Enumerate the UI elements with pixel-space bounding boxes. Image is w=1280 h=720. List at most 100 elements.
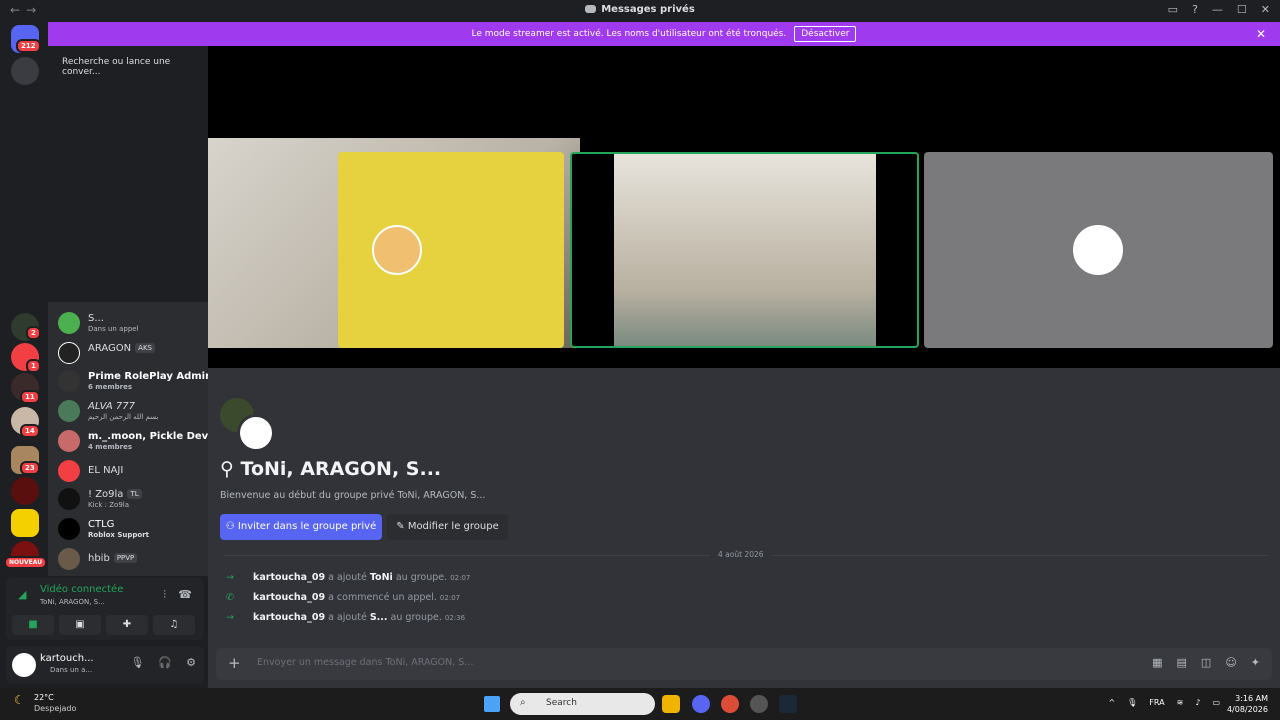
avatar[interactable] [12, 653, 36, 677]
banner-close-icon[interactable]: ✕ [1256, 27, 1266, 41]
app-icon[interactable] [750, 695, 768, 713]
gif-icon[interactable]: ▤ [1177, 656, 1187, 669]
user-status: Dans un a... [50, 666, 93, 674]
file-explorer-icon[interactable] [662, 695, 680, 713]
home-badge: 212 [16, 39, 41, 53]
voice-status[interactable]: Vidéo connectée [40, 584, 123, 595]
noise-suppression-icon[interactable]: ⫶ [163, 588, 166, 602]
avatar [58, 312, 80, 334]
start-icon[interactable] [484, 696, 500, 712]
participant-tile[interactable] [338, 152, 564, 348]
message-author[interactable]: kartoucha_09 [253, 612, 325, 623]
discord-app-icon[interactable] [692, 695, 710, 713]
pin-icon: ⚲ [220, 458, 241, 480]
message-input[interactable]: Envoyer un message dans ToNi, ARAGON, S.… [257, 657, 473, 668]
dm-search-input[interactable]: Recherche ou lance une conver... [54, 52, 206, 77]
voice-panel: ◢ Vidéo connectée ToNi, ARAGON, S... ⫶ ☎… [6, 578, 204, 640]
weather-temp[interactable]: 22°C [34, 693, 54, 702]
dm-item[interactable]: ARAGON AKS [58, 340, 208, 368]
participant-tile[interactable] [924, 152, 1273, 348]
banner-text: Le mode streamer est activé. Les noms d'… [471, 29, 787, 39]
microphone-icon[interactable]: 🎙 [1127, 698, 1137, 707]
server-icon[interactable] [11, 57, 39, 85]
inbox-icon[interactable]: ▭ [1168, 3, 1178, 16]
clan-tag: TL [127, 489, 142, 499]
group-title: ⚲ ToNi, ARAGON, S... [220, 458, 442, 480]
streamer-mode-banner: Le mode streamer est activé. Les noms d'… [48, 22, 1280, 46]
avatar [58, 430, 80, 452]
dm-item[interactable]: Prime RolePlay Admin... 6 membres [58, 368, 224, 396]
message-author[interactable]: kartoucha_09 [253, 572, 325, 583]
message-target[interactable]: ToNi [370, 572, 393, 583]
dm-sub: Kick : Zo9la [88, 501, 130, 509]
dm-item[interactable]: EL NAJI [58, 458, 208, 486]
message-composer[interactable]: + Envoyer un message dans ToNi, ARAGON, … [216, 648, 1272, 680]
clock[interactable]: 3:16 AM 4/08/2026 [1227, 693, 1268, 715]
avatar [58, 370, 80, 392]
attach-icon[interactable]: + [228, 654, 241, 672]
server-icon[interactable] [11, 477, 39, 505]
apps-icon[interactable]: ✦ [1251, 656, 1260, 669]
dm-item[interactable]: ALVA 777 بسم الله الرحمن الرحيم [58, 398, 208, 426]
dm-item[interactable]: S... Dans un appel [58, 310, 208, 338]
dm-item[interactable]: CTLG Roblox Support [58, 516, 208, 544]
participant-video-tile[interactable] [570, 152, 919, 348]
message-author[interactable]: kartoucha_09 [253, 592, 325, 603]
dm-icon [585, 5, 597, 13]
soundboard-button[interactable]: ♫ [153, 615, 195, 635]
join-arrow-icon: → [226, 572, 234, 583]
invite-button[interactable]: ⚇ Inviter dans le groupe privé [220, 514, 382, 540]
emoji-icon[interactable]: ☺ [1225, 656, 1236, 669]
message-target[interactable]: S... [370, 612, 388, 623]
edit-group-button[interactable]: ✎ Modifier le groupe [387, 514, 508, 540]
window-title: Messages privés [0, 4, 1280, 15]
minimize-icon[interactable]: — [1212, 3, 1223, 16]
taskbar-search[interactable]: ⌕ Search [510, 693, 655, 715]
clan-tag: PPVP [113, 553, 138, 563]
message-suffix: au groupe. [390, 612, 442, 623]
avatar [58, 548, 80, 570]
avatar [58, 342, 80, 364]
server-icon[interactable] [11, 509, 39, 537]
microphone-icon[interactable]: 🎙 [130, 656, 144, 669]
dm-sub: بسم الله الرحمن الرحيم [88, 413, 159, 421]
dm-item[interactable]: m._.moon, Pickle Devil... 4 membres [58, 428, 226, 456]
battery-icon[interactable]: ▭ [1212, 698, 1220, 707]
dm-name: CTLG [88, 519, 115, 530]
activity-button[interactable]: ✚ [106, 615, 148, 635]
camera-button[interactable]: ■ [12, 615, 54, 635]
dm-sub: 4 membres [88, 443, 133, 451]
gift-icon[interactable]: ▦ [1152, 656, 1162, 669]
message-suffix: au groupe. [395, 572, 448, 583]
gear-icon[interactable]: ⚙ [186, 656, 196, 669]
disable-streamer-button[interactable]: Désactiver [794, 26, 857, 42]
voice-channel[interactable]: ToNi, ARAGON, S... [40, 598, 105, 606]
participant-avatar [1073, 225, 1123, 275]
disconnect-icon[interactable]: ☎ [178, 588, 192, 601]
add-user-icon: ⚇ [225, 521, 238, 532]
dm-name: S... [88, 313, 104, 324]
clock-date: 4/08/2026 [1226, 705, 1268, 714]
wifi-icon[interactable]: ≋ [1177, 698, 1184, 707]
system-message: ✆ kartoucha_09 a commencé un appel. 02:0… [226, 592, 1226, 606]
message-time: 02:07 [450, 574, 471, 582]
volume-icon[interactable]: ♪ [1195, 698, 1200, 707]
headphones-icon[interactable]: 🎧 [158, 656, 172, 669]
steam-icon[interactable] [779, 695, 797, 713]
sticker-icon[interactable]: ◫ [1201, 656, 1211, 669]
help-icon[interactable]: ? [1192, 3, 1198, 16]
server-badge: 11 [20, 390, 40, 404]
avatar [58, 460, 80, 482]
weather-desc[interactable]: Despejado [34, 704, 76, 713]
chevron-up-icon[interactable]: ^ [1108, 698, 1115, 707]
username[interactable]: kartouch... [40, 653, 94, 664]
dm-item[interactable]: hbib PPVP [58, 546, 208, 574]
language-indicator[interactable]: FRA [1149, 698, 1164, 707]
maximize-icon[interactable]: ☐ [1237, 3, 1247, 16]
dm-item[interactable]: ! Zo9la TL Kick : Zo9la [58, 486, 208, 514]
close-icon[interactable]: ✕ [1261, 3, 1270, 16]
system-message: → kartoucha_09 a ajouté S... au groupe. … [226, 612, 1226, 626]
dm-sub: Dans un appel [88, 325, 139, 333]
screen-share-button[interactable]: ▣ [59, 615, 101, 635]
chrome-icon[interactable] [721, 695, 739, 713]
